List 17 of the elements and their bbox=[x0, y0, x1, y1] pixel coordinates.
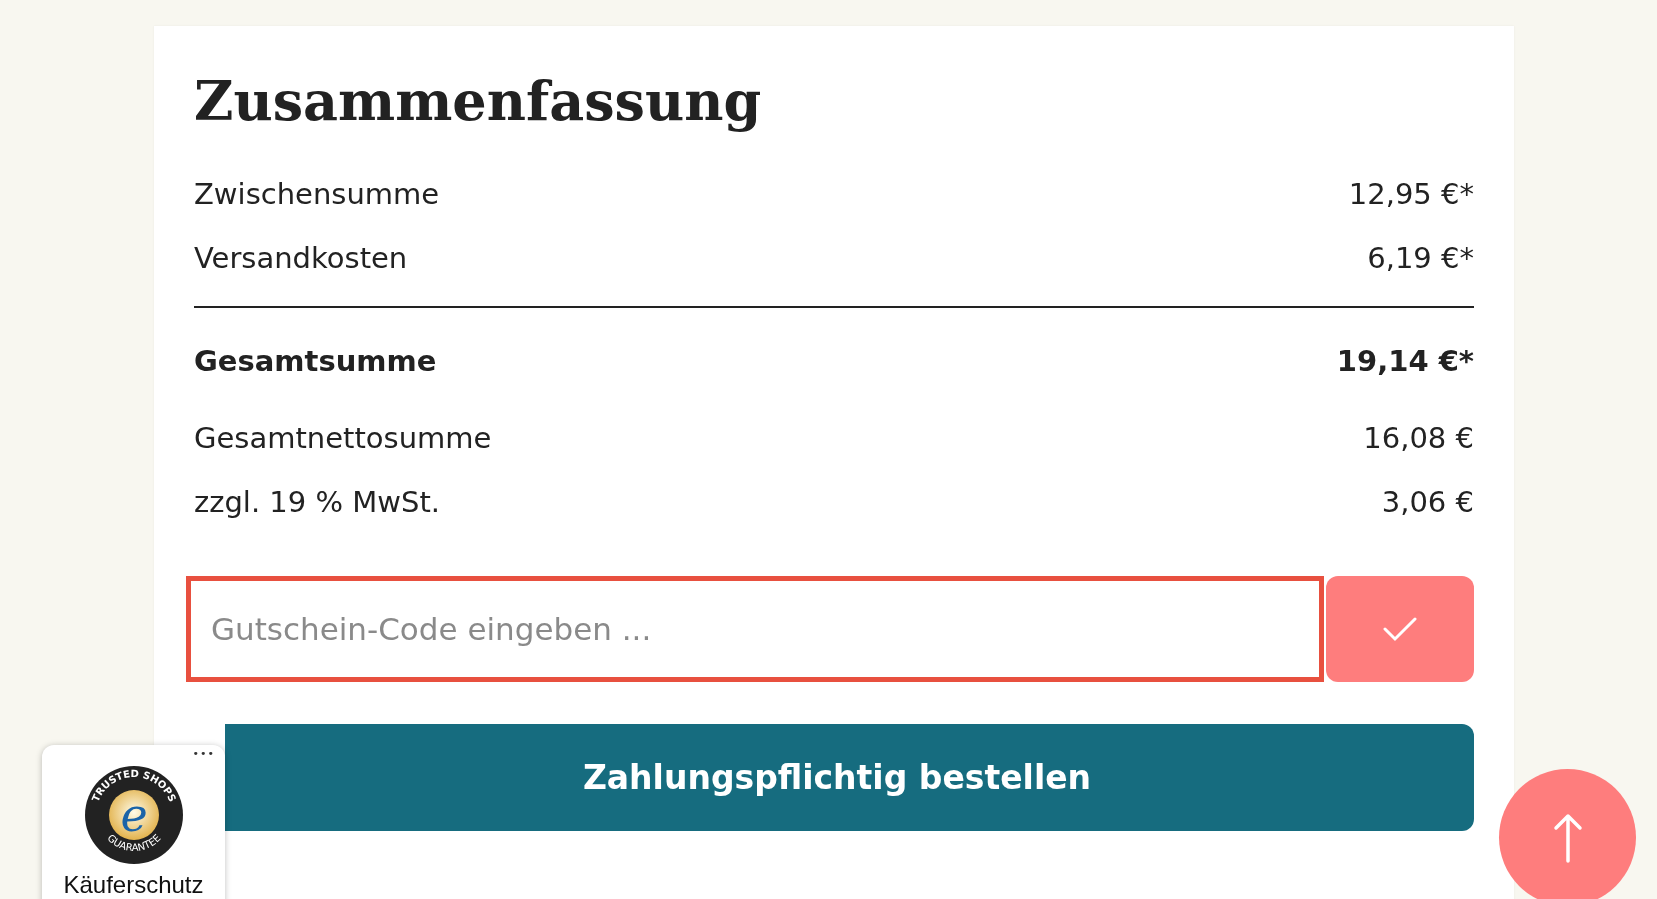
summary-label: Gesamtnettosumme bbox=[194, 421, 492, 455]
order-button[interactable]: Zahlungspflichtig bestellen bbox=[225, 724, 1474, 831]
arrow-up-icon bbox=[1552, 812, 1583, 863]
total-value: 19,14 €* bbox=[1336, 344, 1474, 378]
more-button[interactable]: ••• bbox=[192, 747, 215, 760]
voucher-code-field[interactable]: Gutschein-Code eingeben ... bbox=[186, 576, 1324, 682]
summary-value: 16,08 € bbox=[1363, 421, 1474, 455]
summary-label: Zwischensumme bbox=[194, 177, 440, 211]
summary-value: 12,95 €* bbox=[1348, 177, 1474, 211]
summary-value: 3,06 € bbox=[1381, 485, 1474, 519]
total-label: Gesamtsumme bbox=[194, 344, 437, 378]
badge-label: Käuferschutz bbox=[63, 871, 204, 899]
summary-label: Versandkosten bbox=[194, 241, 408, 275]
summary-value: 6,19 €* bbox=[1367, 241, 1474, 275]
checkmark-icon bbox=[1383, 616, 1417, 642]
summary-label: zzgl. 19 % MwSt. bbox=[194, 485, 440, 519]
summary-title: Zusammenfassung bbox=[194, 68, 762, 135]
